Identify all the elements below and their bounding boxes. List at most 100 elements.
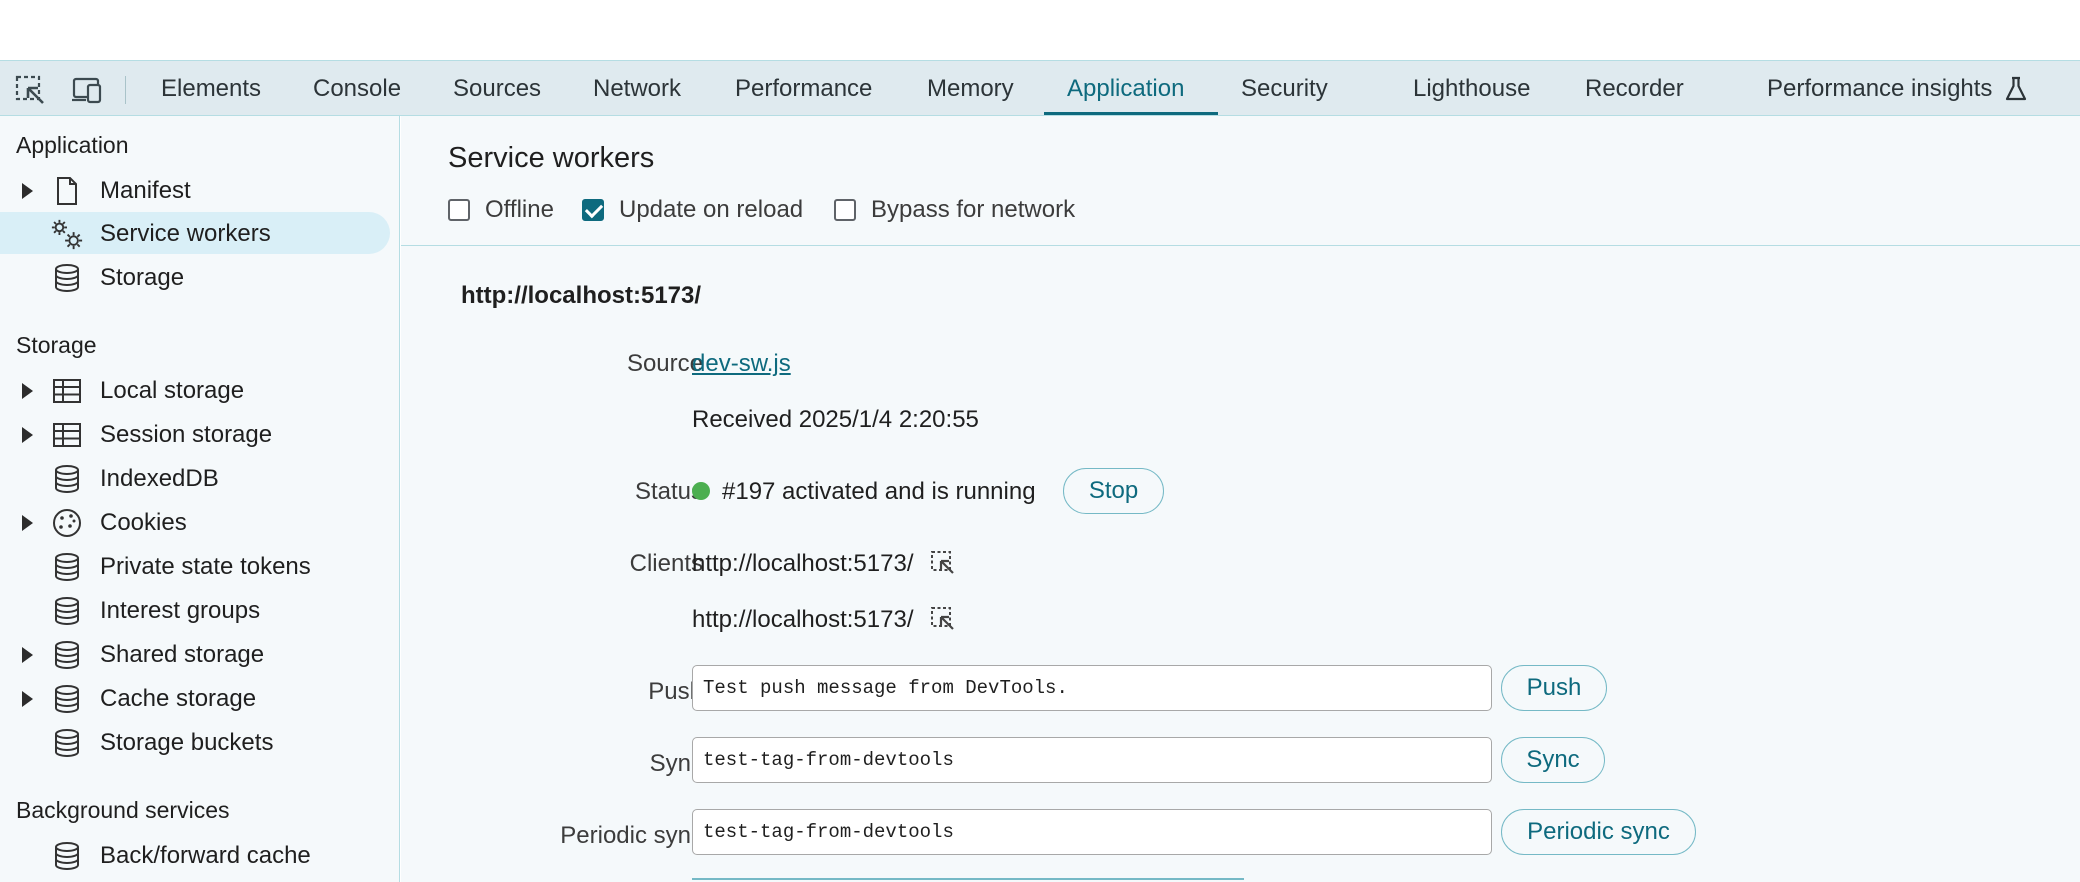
sync-label: Sync bbox=[649, 750, 703, 777]
sidebar-item-shared-storage[interactable]: Shared storage bbox=[0, 633, 390, 675]
devtools-toolbar: Elements Console Sources Network Perform… bbox=[0, 60, 2080, 116]
expand-arrow-icon[interactable] bbox=[22, 647, 33, 663]
active-tab-indicator bbox=[1044, 112, 1218, 115]
tab-label: Application bbox=[1067, 74, 1185, 102]
tab-label: Security bbox=[1241, 74, 1328, 102]
source-link[interactable]: dev-sw.js bbox=[692, 350, 791, 377]
sidebar-item-private-state-tokens[interactable]: Private state tokens bbox=[0, 545, 390, 587]
periodic-sync-tag-input[interactable]: test-tag-from-devtools bbox=[692, 809, 1492, 855]
sync-tag-input[interactable]: test-tag-from-devtools bbox=[692, 737, 1492, 783]
expand-arrow-icon[interactable] bbox=[22, 515, 33, 531]
sidebar-section-storage: Storage bbox=[16, 332, 97, 358]
toolbar-separator bbox=[125, 76, 126, 104]
expand-arrow-icon[interactable] bbox=[22, 691, 33, 707]
sidebar-item-service-workers[interactable]: Service workers bbox=[0, 212, 390, 254]
sidebar-item-label: Manifest bbox=[100, 177, 191, 204]
tab-label: Elements bbox=[161, 74, 262, 102]
tab-label: Performance insights bbox=[1767, 74, 1993, 102]
update-on-reload-label: Update on reload bbox=[619, 196, 804, 223]
document-icon bbox=[50, 175, 84, 207]
sidebar-item-cache-storage[interactable]: Cache storage bbox=[0, 677, 390, 719]
expand-arrow-icon[interactable] bbox=[22, 383, 33, 399]
tab-memory[interactable]: Memory bbox=[927, 61, 1014, 116]
tab-label: Recorder bbox=[1585, 74, 1684, 102]
table-icon bbox=[50, 419, 84, 451]
tab-elements[interactable]: Elements bbox=[161, 61, 261, 116]
offline-checkbox[interactable] bbox=[448, 199, 470, 221]
tab-application[interactable]: Application bbox=[1067, 61, 1184, 116]
status-label: Status bbox=[634, 478, 703, 505]
sidebar-item-local-storage[interactable]: Local storage bbox=[0, 369, 390, 411]
clients-label: Clients bbox=[629, 550, 703, 577]
tab-recorder[interactable]: Recorder bbox=[1585, 61, 1684, 116]
focus-client-icon[interactable] bbox=[930, 550, 956, 574]
tab-lighthouse[interactable]: Lighthouse bbox=[1413, 61, 1530, 116]
tab-performance-insights[interactable]: Performance insights bbox=[1767, 61, 2028, 116]
offline-label: Offline bbox=[485, 196, 554, 223]
tab-performance[interactable]: Performance bbox=[735, 61, 872, 116]
sidebar-item-label: Back/forward cache bbox=[100, 842, 311, 869]
push-button[interactable]: Push bbox=[1501, 665, 1607, 711]
sync-button[interactable]: Sync bbox=[1501, 737, 1605, 783]
page-title: Service workers bbox=[448, 142, 655, 174]
client-entry: http://localhost:5173/ bbox=[692, 606, 956, 634]
cookie-icon bbox=[50, 507, 84, 539]
tab-console[interactable]: Console bbox=[313, 61, 401, 116]
sidebar-item-cookies[interactable]: Cookies bbox=[0, 501, 390, 543]
table-icon bbox=[50, 375, 84, 407]
status-value: #197 activated and is running bbox=[692, 478, 1036, 506]
update-on-reload-option[interactable]: Update on reload bbox=[582, 196, 803, 224]
gears-icon bbox=[50, 218, 84, 250]
client-entry: http://localhost:5173/ bbox=[692, 550, 956, 578]
tab-label: Lighthouse bbox=[1413, 74, 1531, 102]
periodic-sync-button[interactable]: Periodic sync bbox=[1501, 809, 1696, 855]
panel-header: Service workers Offline Update on reload… bbox=[401, 116, 2080, 246]
sidebar-item-label: Interest groups bbox=[100, 597, 261, 624]
offline-option[interactable]: Offline bbox=[448, 196, 554, 224]
sidebar-item-storage[interactable]: Storage bbox=[0, 256, 390, 298]
service-workers-panel: Service workers Offline Update on reload… bbox=[401, 116, 2080, 882]
database-icon bbox=[50, 683, 84, 715]
experiment-flask-icon bbox=[2006, 76, 2027, 100]
tab-network[interactable]: Network bbox=[593, 61, 681, 116]
update-on-reload-checkbox[interactable] bbox=[582, 199, 604, 221]
sidebar-item-storage-buckets[interactable]: Storage buckets bbox=[0, 721, 390, 763]
bypass-for-network-option[interactable]: Bypass for network bbox=[834, 196, 1075, 224]
client-url: http://localhost:5173/ bbox=[692, 550, 914, 577]
database-icon bbox=[50, 639, 84, 671]
expand-arrow-icon[interactable] bbox=[22, 427, 33, 443]
tab-security[interactable]: Security bbox=[1241, 61, 1328, 116]
inspect-element-icon[interactable] bbox=[14, 75, 48, 104]
sidebar-item-label: Cookies bbox=[100, 509, 187, 536]
sidebar-item-interest-groups[interactable]: Interest groups bbox=[0, 589, 390, 631]
sidebar-item-label: Private state tokens bbox=[100, 553, 311, 580]
bypass-for-network-label: Bypass for network bbox=[871, 196, 1076, 223]
sidebar-item-label: Shared storage bbox=[100, 641, 265, 668]
expand-arrow-icon[interactable] bbox=[22, 183, 33, 199]
sidebar-item-manifest[interactable]: Manifest bbox=[0, 169, 390, 211]
push-message-input[interactable]: Test push message from DevTools. bbox=[692, 665, 1492, 711]
push-label: Push bbox=[648, 678, 703, 705]
sidebar-item-label: Cache storage bbox=[100, 685, 257, 712]
tab-sources[interactable]: Sources bbox=[453, 61, 541, 116]
database-icon bbox=[50, 840, 84, 872]
sidebar-item-session-storage[interactable]: Session storage bbox=[0, 413, 390, 455]
sidebar-item-label: Session storage bbox=[100, 421, 273, 448]
database-icon bbox=[50, 551, 84, 583]
source-label: Source bbox=[626, 350, 703, 377]
tab-label: Sources bbox=[453, 74, 542, 102]
sidebar-item-back-forward-cache[interactable]: Back/forward cache bbox=[0, 834, 390, 876]
focus-client-icon[interactable] bbox=[930, 606, 956, 630]
tab-label: Console bbox=[313, 74, 402, 102]
device-toolbar-icon[interactable] bbox=[70, 76, 104, 104]
sidebar-item-label: Storage bbox=[100, 264, 185, 291]
sidebar-item-label: IndexedDB bbox=[100, 465, 219, 492]
sidebar-section-application: Application bbox=[16, 132, 129, 158]
sidebar-item-indexeddb[interactable]: IndexedDB bbox=[0, 457, 390, 499]
tab-label: Network bbox=[593, 74, 682, 102]
stop-button[interactable]: Stop bbox=[1063, 468, 1164, 514]
database-icon bbox=[50, 595, 84, 627]
bypass-for-network-checkbox[interactable] bbox=[834, 199, 856, 221]
sidebar-item-label: Service workers bbox=[100, 220, 271, 247]
tab-label: Performance bbox=[735, 74, 873, 102]
